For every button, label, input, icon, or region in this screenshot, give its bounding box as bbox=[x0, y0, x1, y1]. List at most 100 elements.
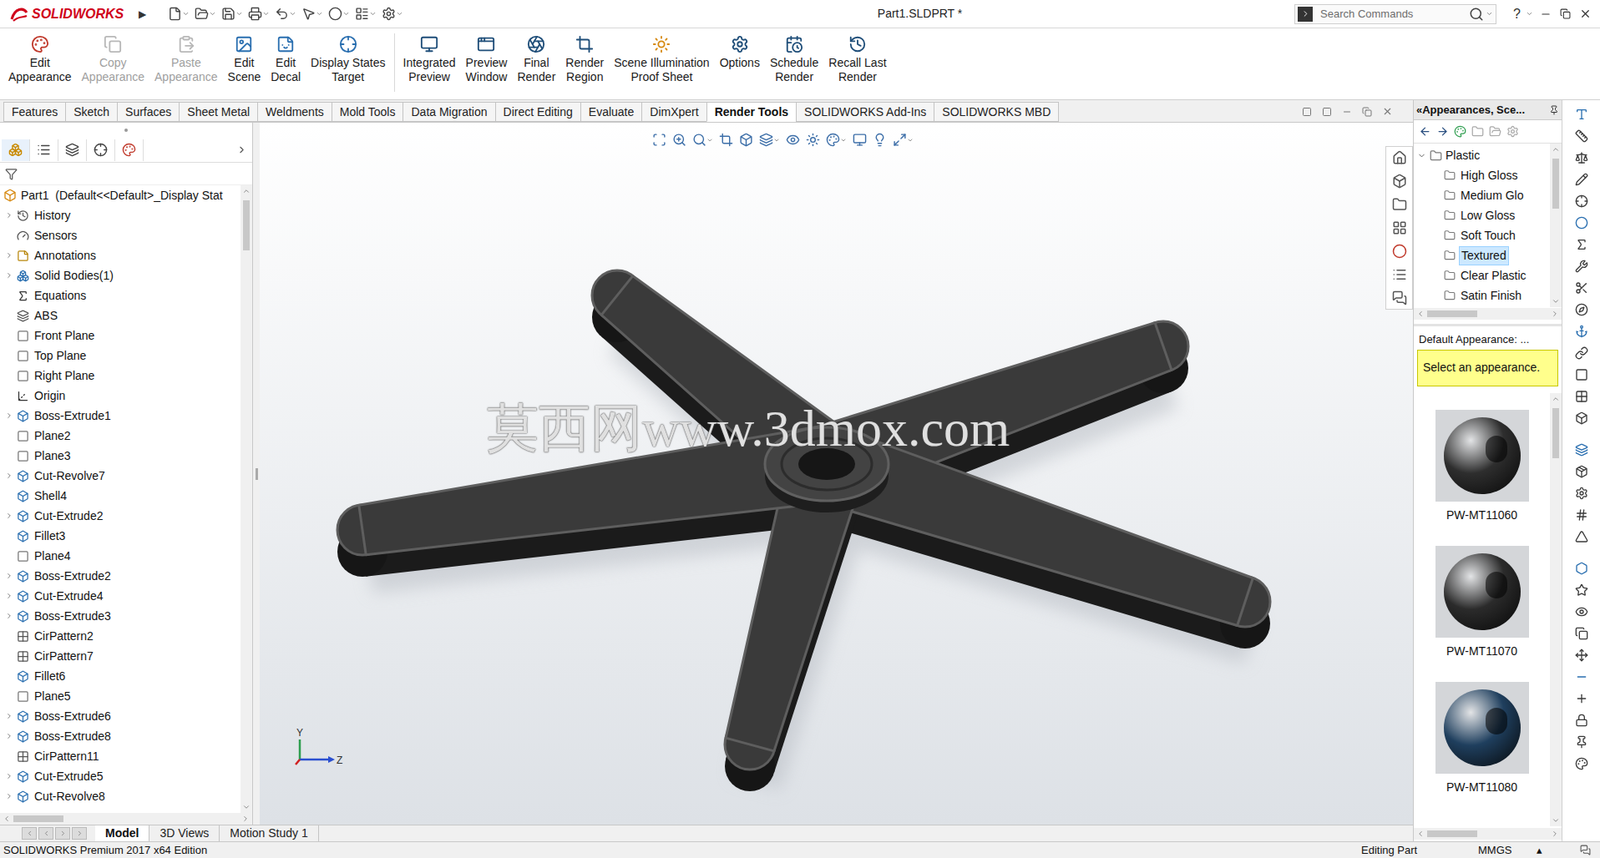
horizontal-scrollbar[interactable] bbox=[1413, 828, 1562, 841]
search-icon[interactable] bbox=[1468, 6, 1484, 22]
scroll-up-icon[interactable] bbox=[1551, 145, 1560, 154]
tree-item[interactable]: Right Plane bbox=[0, 365, 241, 386]
star-base-model[interactable] bbox=[259, 122, 1413, 826]
app-logo[interactable]: SOLIDWORKS bbox=[0, 4, 134, 25]
vertical-scrollbar[interactable] bbox=[240, 185, 253, 814]
tree-item[interactable]: Plane4 bbox=[0, 546, 241, 567]
scroll-left-icon[interactable] bbox=[1416, 830, 1425, 839]
tool-icon[interactable] bbox=[1574, 259, 1589, 274]
task-pane-tab-icon[interactable] bbox=[1392, 290, 1408, 306]
tool-icon[interactable] bbox=[1574, 627, 1589, 641]
feedback-icon[interactable] bbox=[1579, 845, 1591, 856]
graphics-area[interactable]: 莫西网www.3dmox.comYZ bbox=[259, 122, 1413, 826]
dropdown-icon[interactable] bbox=[1485, 10, 1494, 18]
quick-access-icon[interactable] bbox=[221, 6, 236, 21]
quick-access-icon[interactable] bbox=[301, 6, 316, 21]
appearance-item[interactable]: High Gloss bbox=[1413, 165, 1550, 186]
appearance-item[interactable]: Clear Plastic bbox=[1413, 265, 1550, 286]
quick-access-icon[interactable] bbox=[274, 6, 289, 21]
task-pane-tab-icon[interactable] bbox=[1392, 150, 1408, 166]
pane-tool-icon[interactable] bbox=[1488, 125, 1502, 138]
dropdown-icon[interactable] bbox=[706, 136, 714, 144]
command-tab[interactable]: Direct Editing bbox=[495, 101, 582, 122]
expand-icon[interactable] bbox=[5, 471, 14, 481]
view-tool-icon[interactable] bbox=[892, 132, 907, 147]
tool-icon[interactable] bbox=[1574, 151, 1589, 165]
tool-icon[interactable] bbox=[1574, 670, 1589, 684]
appearance-item[interactable]: Textured bbox=[1413, 245, 1550, 266]
dropdown-icon[interactable] bbox=[342, 10, 350, 18]
tree-item[interactable]: Boss-Extrude3 bbox=[0, 606, 241, 627]
menu-arrow[interactable]: ▶ bbox=[133, 6, 152, 22]
tree-item[interactable]: Boss-Extrude6 bbox=[0, 706, 241, 727]
scroll-up-icon[interactable] bbox=[242, 187, 251, 196]
pane-tool-icon[interactable] bbox=[1418, 125, 1432, 138]
command-tab[interactable]: Surfaces bbox=[116, 101, 180, 122]
expand-icon[interactable] bbox=[5, 251, 14, 260]
tree-item[interactable]: Plane2 bbox=[0, 425, 241, 446]
command-tab[interactable]: Features bbox=[3, 101, 66, 122]
filter-icon[interactable] bbox=[5, 167, 18, 181]
close-icon[interactable] bbox=[1382, 106, 1393, 117]
tool-icon[interactable] bbox=[1574, 324, 1589, 339]
tool-icon[interactable] bbox=[1574, 389, 1589, 404]
expand-icon[interactable] bbox=[5, 592, 14, 601]
tree-item[interactable]: CirPattern7 bbox=[0, 646, 241, 667]
command-tab[interactable]: Evaluate bbox=[580, 101, 643, 122]
tab-nav-button[interactable] bbox=[38, 827, 54, 841]
pin-icon[interactable] bbox=[1549, 105, 1560, 116]
tree-item[interactable]: Front Plane bbox=[0, 325, 241, 346]
tool-icon[interactable] bbox=[1574, 713, 1589, 728]
quick-access-icon[interactable] bbox=[354, 6, 370, 21]
appearance-item[interactable]: Satin Finish bbox=[1413, 285, 1550, 306]
task-pane-tab-icon[interactable] bbox=[1392, 173, 1408, 189]
tree-item[interactable]: Sensors bbox=[0, 225, 241, 246]
tab-nav-button[interactable] bbox=[21, 827, 37, 841]
tab-nav-button[interactable] bbox=[71, 827, 87, 841]
quick-access-icon[interactable] bbox=[328, 6, 343, 21]
tile-icon[interactable] bbox=[1301, 106, 1312, 117]
restore-icon[interactable] bbox=[1559, 8, 1571, 20]
tool-icon[interactable] bbox=[1574, 194, 1589, 208]
panel-tab[interactable] bbox=[86, 139, 116, 162]
appearance-item[interactable]: Soft Touch bbox=[1413, 225, 1550, 246]
ribbon-button[interactable]: EditDecal bbox=[265, 28, 306, 85]
view-tool-icon[interactable] bbox=[759, 132, 774, 147]
command-tab[interactable]: SOLIDWORKS MBD bbox=[933, 101, 1059, 122]
view-tool-icon[interactable] bbox=[852, 132, 867, 147]
scrollbar-thumb[interactable] bbox=[243, 200, 250, 251]
view-tool-icon[interactable] bbox=[652, 132, 667, 147]
quick-access-icon[interactable] bbox=[248, 6, 263, 21]
scroll-left-icon[interactable] bbox=[1416, 309, 1425, 319]
minimize-icon[interactable] bbox=[1539, 8, 1552, 21]
scroll-right-icon[interactable] bbox=[1550, 830, 1560, 839]
scrollbar-thumb[interactable] bbox=[1552, 158, 1560, 209]
command-tab[interactable]: DimXpert bbox=[641, 101, 707, 122]
ribbon-button[interactable]: EditScene bbox=[222, 28, 267, 85]
ribbon-button[interactable]: Scene IlluminationProof Sheet bbox=[608, 28, 714, 85]
tree-item[interactable]: Plane5 bbox=[0, 686, 241, 707]
view-tool-icon[interactable] bbox=[805, 132, 821, 147]
ribbon-button[interactable]: EditAppearance bbox=[3, 28, 77, 85]
command-tab[interactable]: Sheet Metal bbox=[178, 101, 259, 122]
dropdown-icon[interactable] bbox=[840, 136, 847, 144]
tool-icon[interactable] bbox=[1574, 107, 1589, 122]
tool-icon[interactable] bbox=[1574, 303, 1589, 317]
restore-icon[interactable] bbox=[1362, 106, 1373, 117]
bottom-tab[interactable]: 3D Views bbox=[149, 825, 220, 842]
ribbon-button[interactable]: RenderRegion bbox=[560, 28, 609, 85]
expand-icon[interactable] bbox=[5, 211, 14, 220]
tree-item[interactable]: Cut-Extrude4 bbox=[0, 586, 241, 607]
help-button[interactable]: ? bbox=[1508, 4, 1526, 25]
tool-icon[interactable] bbox=[1574, 281, 1589, 295]
appearance-swatch[interactable]: PW-MT11080 bbox=[1435, 682, 1530, 797]
tool-icon[interactable] bbox=[1574, 735, 1589, 750]
command-tab[interactable]: Render Tools bbox=[706, 101, 797, 122]
tool-icon[interactable] bbox=[1574, 443, 1589, 457]
view-tool-icon[interactable] bbox=[692, 132, 707, 147]
units-arrow[interactable]: ▴ bbox=[1536, 842, 1570, 858]
task-pane-tab-icon[interactable] bbox=[1392, 197, 1408, 213]
tree-item[interactable]: Boss-Extrude8 bbox=[0, 726, 241, 747]
view-tool-icon[interactable] bbox=[872, 132, 887, 147]
dropdown-icon[interactable] bbox=[1525, 10, 1534, 18]
